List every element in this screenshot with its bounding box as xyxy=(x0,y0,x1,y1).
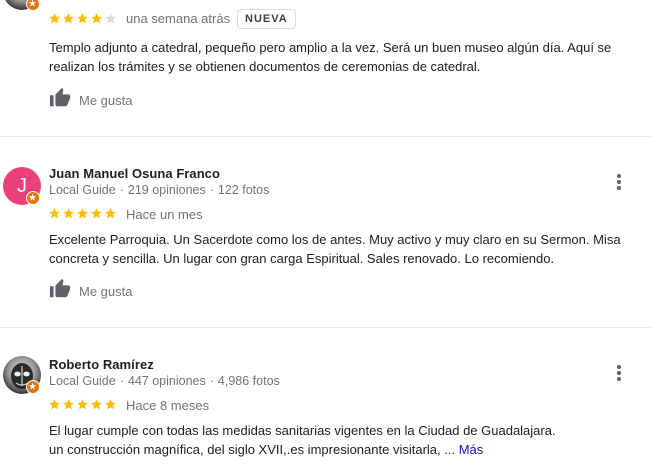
local-guide-label: Local Guide xyxy=(49,183,116,197)
like-label: Me gusta xyxy=(79,93,133,108)
review-text-line: un construcción magnífica, del siglo XVI… xyxy=(49,442,484,457)
star-filled-icon xyxy=(77,13,88,24)
more-link[interactable]: Más xyxy=(459,442,484,457)
star-rating xyxy=(48,398,117,411)
thumb-up-icon xyxy=(49,278,71,305)
review-divider xyxy=(0,327,651,328)
reviewer-name[interactable]: Roberto Ramírez xyxy=(49,357,154,372)
star-rating xyxy=(48,207,117,220)
like-label: Me gusta xyxy=(79,284,133,299)
star-empty-icon xyxy=(105,13,116,24)
new-review-badge: NUEVA xyxy=(237,9,296,29)
thumb-up-icon xyxy=(49,87,71,114)
star-filled-icon xyxy=(105,208,116,219)
star-rating xyxy=(48,12,117,25)
local-guide-badge-icon xyxy=(26,380,40,394)
local-guide-label: Local Guide xyxy=(49,374,116,388)
like-button[interactable]: Me gusta xyxy=(49,87,132,114)
review-time: Hace 8 meses xyxy=(126,398,210,413)
review-divider xyxy=(0,136,651,137)
reviews-count: 447 opiniones xyxy=(127,374,206,388)
review-text-line: El lugar cumple con todas las medidas sa… xyxy=(49,423,556,438)
reviews-count: 219 opiniones xyxy=(127,183,206,197)
review-text: Templo adjunto a catedral, pequeño pero … xyxy=(49,40,612,74)
star-filled-icon xyxy=(63,208,74,219)
review-time: Hace un mes xyxy=(126,207,203,222)
star-filled-icon xyxy=(49,13,60,24)
photos-count: 122 fotos xyxy=(217,183,270,197)
star-filled-icon xyxy=(91,13,102,24)
local-guide-badge-icon xyxy=(26,0,40,11)
star-filled-icon xyxy=(63,13,74,24)
star-filled-icon xyxy=(77,208,88,219)
reviewer-name[interactable]: Juan Manuel Osuna Franco xyxy=(49,166,220,181)
star-filled-icon xyxy=(105,399,116,410)
star-filled-icon xyxy=(63,399,74,410)
star-filled-icon xyxy=(49,208,60,219)
more-vert-icon[interactable] xyxy=(614,363,624,383)
review-text: Excelente Parroquia. Un Sacerdote como l… xyxy=(49,232,621,266)
review-text: El lugar cumple con todas las medidas sa… xyxy=(49,421,629,459)
photos-count: 4,986 fotos xyxy=(217,374,280,388)
reviewer-meta: Local Guide · 219 opiniones · 122 fotos xyxy=(49,183,270,197)
star-filled-icon xyxy=(77,399,88,410)
star-filled-icon xyxy=(49,399,60,410)
like-button[interactable]: Me gusta xyxy=(49,278,132,305)
reviewer-meta: Local Guide · 447 opiniones · 4,986 fotos xyxy=(49,374,280,388)
star-filled-icon xyxy=(91,399,102,410)
local-guide-badge-icon xyxy=(26,191,40,205)
review-time: una semana atrás xyxy=(126,11,231,26)
more-vert-icon[interactable] xyxy=(614,172,624,192)
star-filled-icon xyxy=(91,208,102,219)
